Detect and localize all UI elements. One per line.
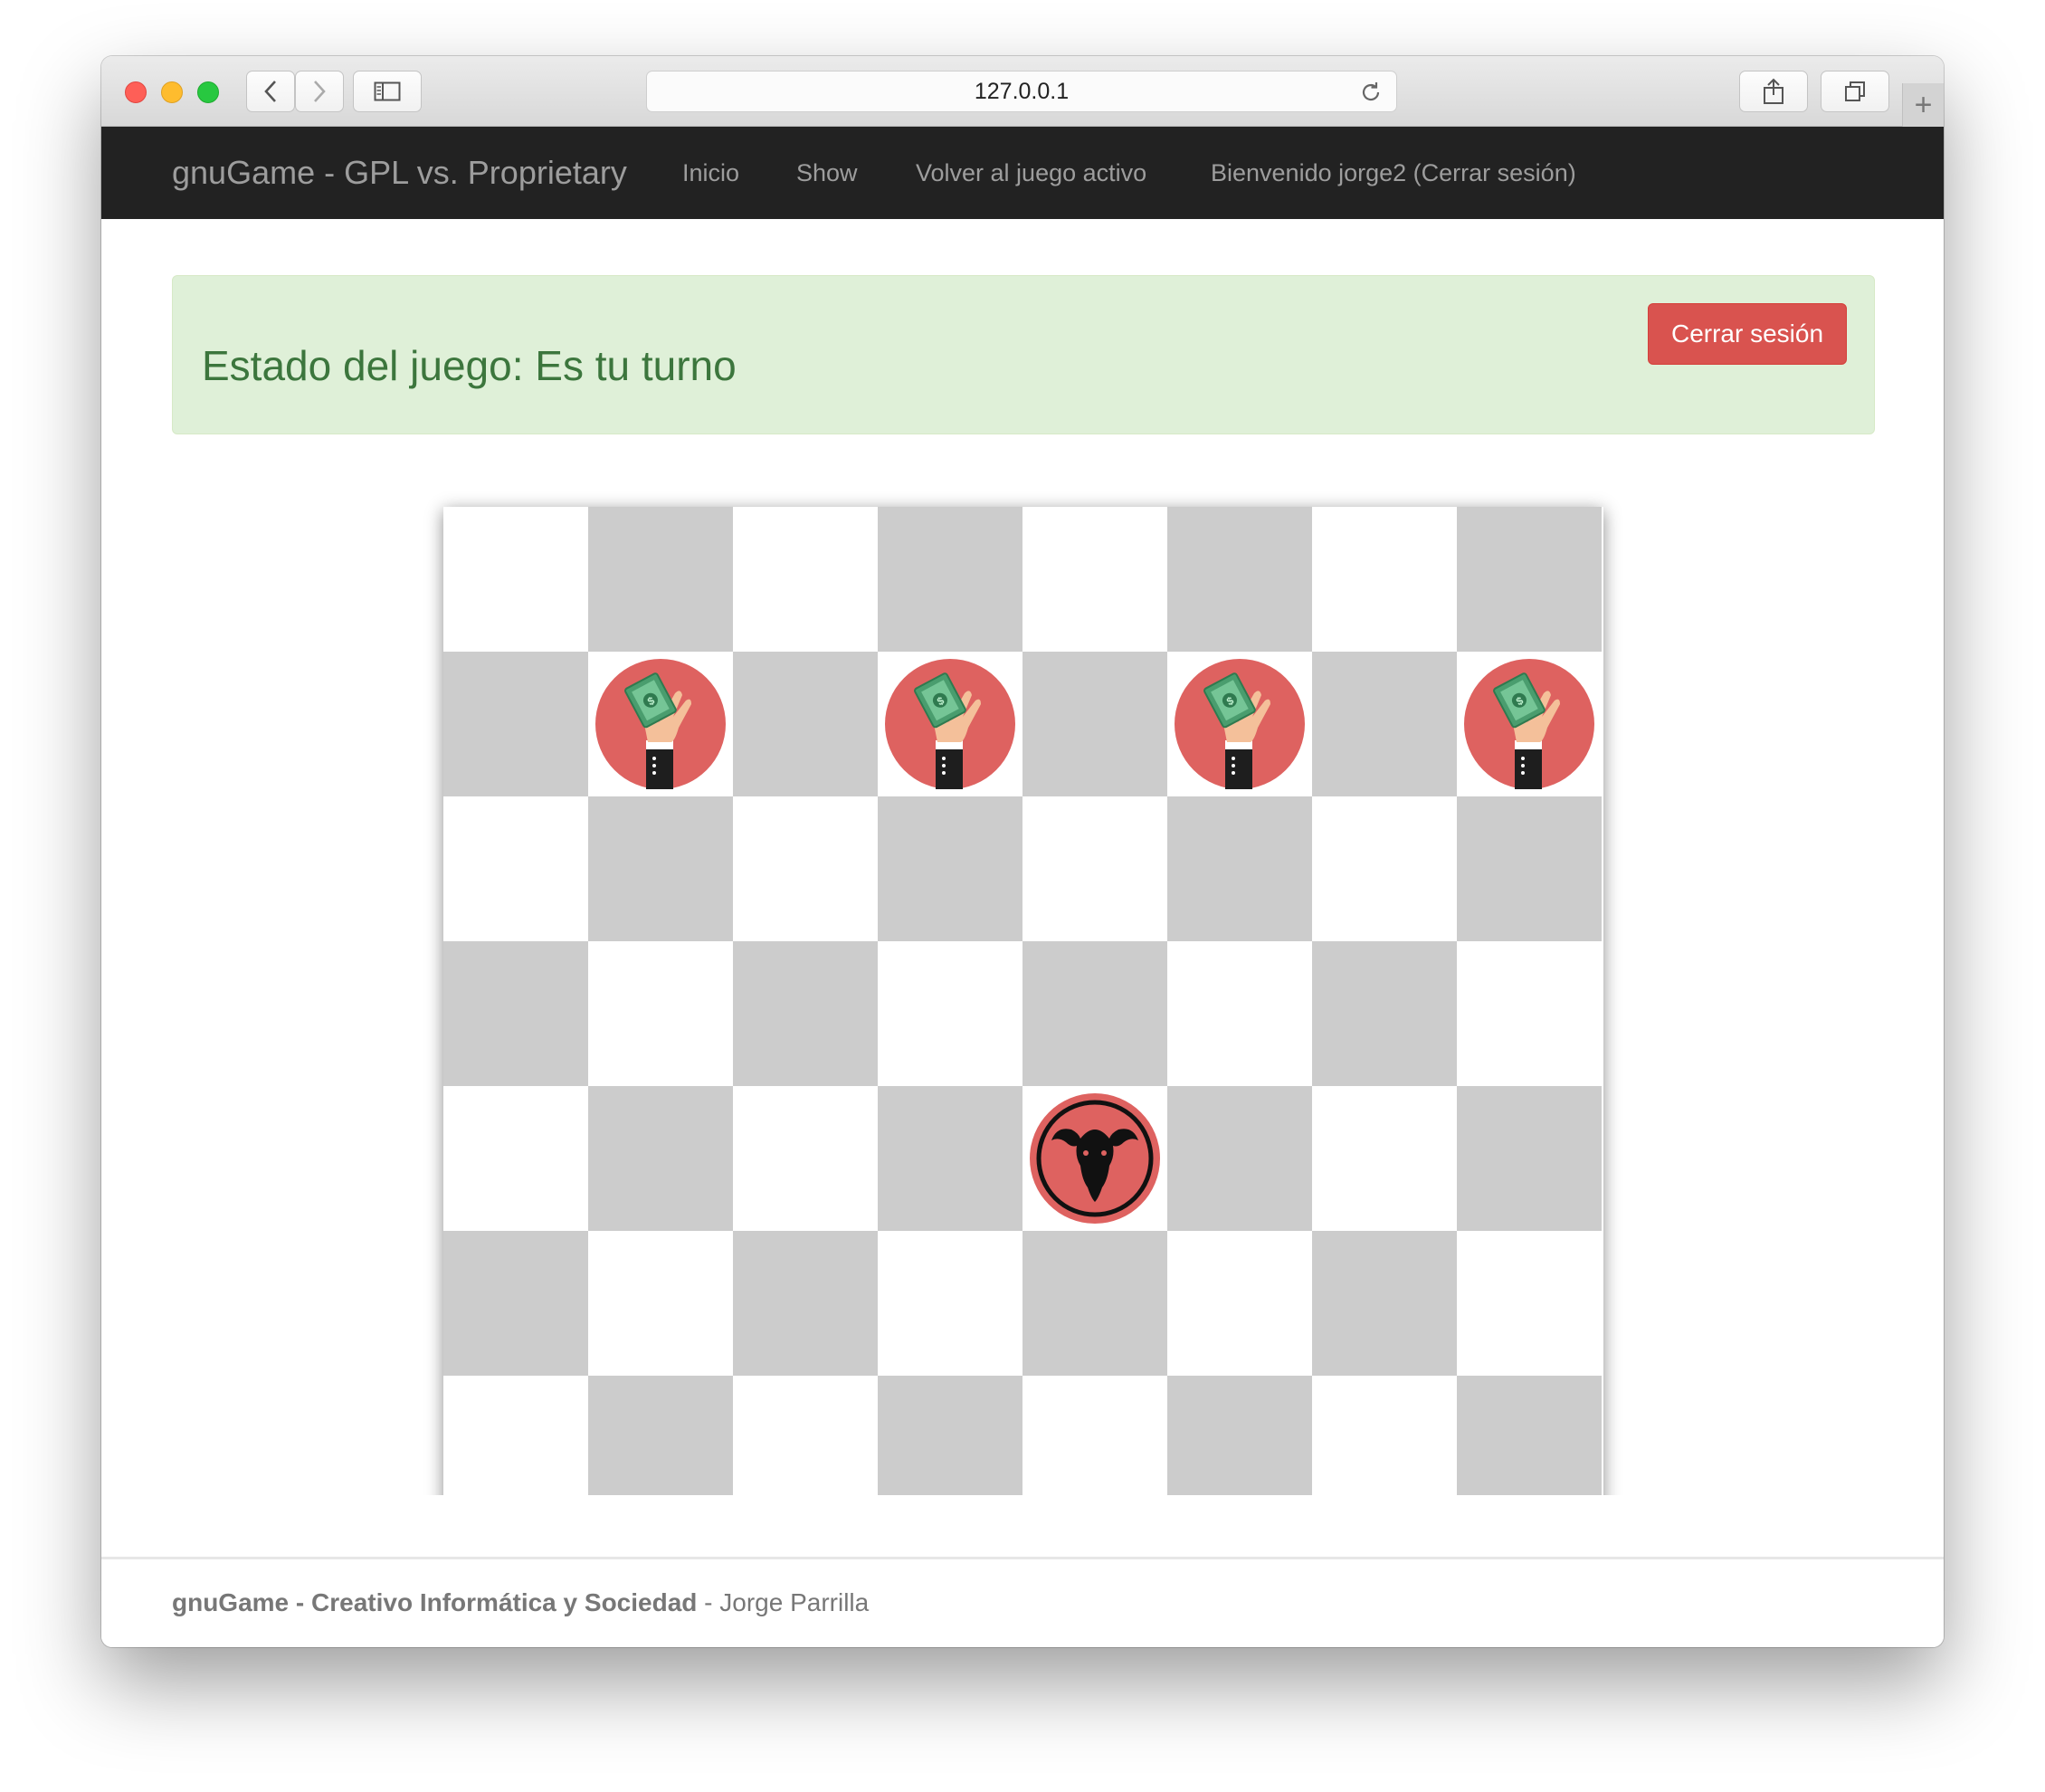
board-square[interactable]: [1312, 652, 1457, 796]
board-square[interactable]: [1022, 796, 1167, 941]
game-status-alert: Estado del juego: Es tu turno Cerrar ses…: [172, 275, 1875, 434]
url-text: 127.0.0.1: [974, 78, 1070, 104]
board-square[interactable]: [1167, 941, 1312, 1086]
money-hand-piece-icon[interactable]: $: [1175, 659, 1305, 789]
board-square[interactable]: [1022, 941, 1167, 1086]
footer-text: gnuGame - Creativo Informática y Socieda…: [172, 1588, 869, 1617]
board-square[interactable]: [878, 1086, 1022, 1231]
board-square[interactable]: [443, 1231, 588, 1376]
board-square[interactable]: [733, 1231, 878, 1376]
back-icon: [264, 81, 276, 102]
nav-link-logout[interactable]: Bienvenido jorge2 (Cerrar sesión): [1211, 159, 1576, 187]
board-square[interactable]: [1167, 1231, 1312, 1376]
minimize-window-button[interactable]: [161, 81, 183, 103]
board-square[interactable]: [1457, 1376, 1602, 1495]
board-square[interactable]: [1022, 1376, 1167, 1495]
board-square[interactable]: [878, 1376, 1022, 1495]
board-square[interactable]: $: [878, 652, 1022, 796]
board-square[interactable]: [1312, 1086, 1457, 1231]
main-content: Estado del juego: Es tu turno Cerrar ses…: [101, 219, 1944, 1495]
board-square[interactable]: $: [588, 652, 733, 796]
board-square[interactable]: [1312, 941, 1457, 1086]
board-square[interactable]: [1457, 1086, 1602, 1231]
board-square[interactable]: [1167, 796, 1312, 941]
board-square[interactable]: [878, 796, 1022, 941]
board-square[interactable]: [443, 941, 588, 1086]
forward-icon: [314, 81, 326, 102]
board-square[interactable]: [588, 1231, 733, 1376]
board-square[interactable]: [443, 507, 588, 652]
board-square[interactable]: [733, 507, 878, 652]
board-square[interactable]: [588, 796, 733, 941]
footer-title: gnuGame - Creativo Informática y Socieda…: [172, 1588, 698, 1616]
board-square[interactable]: [733, 1376, 878, 1495]
board-square[interactable]: [1457, 1231, 1602, 1376]
show-tabs-button[interactable]: [1821, 71, 1889, 112]
board-square[interactable]: [1457, 796, 1602, 941]
board-square[interactable]: [588, 1086, 733, 1231]
money-hand-piece-icon[interactable]: $: [1464, 659, 1594, 789]
board-square[interactable]: [1167, 507, 1312, 652]
nav-link-inicio[interactable]: Inicio: [682, 159, 739, 187]
board-square[interactable]: [588, 507, 733, 652]
logout-button[interactable]: Cerrar sesión: [1648, 303, 1847, 365]
plus-icon: +: [1914, 87, 1933, 122]
navbar-brand[interactable]: gnuGame - GPL vs. Proprietary: [172, 154, 627, 192]
browser-window: 127.0.0.1 + gnuGame - GPL vs. Proprietar…: [101, 56, 1944, 1647]
navbar: gnuGame - GPL vs. Proprietary Inicio Sho…: [101, 127, 1944, 219]
board-square[interactable]: [443, 1086, 588, 1231]
board-square[interactable]: [1167, 1086, 1312, 1231]
board-square[interactable]: [1457, 507, 1602, 652]
board-square[interactable]: [1022, 1086, 1167, 1231]
board-square[interactable]: [1022, 652, 1167, 796]
board-square[interactable]: [733, 796, 878, 941]
nav-link-volver[interactable]: Volver al juego activo: [916, 159, 1146, 187]
browser-toolbar: 127.0.0.1 +: [101, 56, 1944, 127]
game-board: $ $ $ $: [443, 507, 1603, 1495]
board-square[interactable]: [733, 941, 878, 1086]
board-square[interactable]: $: [1457, 652, 1602, 796]
board-square[interactable]: [588, 941, 733, 1086]
zoom-window-button[interactable]: [197, 81, 219, 103]
money-hand-piece-icon[interactable]: $: [595, 659, 726, 789]
board-square[interactable]: [733, 652, 878, 796]
footer-separator: -: [697, 1588, 720, 1616]
board-square[interactable]: [1167, 1376, 1312, 1495]
share-button[interactable]: [1739, 71, 1808, 112]
board-square[interactable]: $: [1167, 652, 1312, 796]
board-square[interactable]: [1312, 1231, 1457, 1376]
gnu-piece-icon[interactable]: [1030, 1093, 1160, 1224]
board-square[interactable]: [1312, 507, 1457, 652]
board-square[interactable]: [878, 507, 1022, 652]
board-square[interactable]: [443, 796, 588, 941]
footer-author: Jorge Parrilla: [719, 1588, 870, 1616]
board-square[interactable]: [1312, 796, 1457, 941]
board-square[interactable]: [1022, 1231, 1167, 1376]
board-square[interactable]: [588, 1376, 733, 1495]
new-tab-button[interactable]: +: [1902, 83, 1944, 127]
board-square[interactable]: [878, 1231, 1022, 1376]
board-square[interactable]: [1457, 941, 1602, 1086]
share-icon: [1764, 78, 1783, 104]
forward-button[interactable]: [295, 71, 344, 112]
board-square[interactable]: [733, 1086, 878, 1231]
tabs-icon: [1845, 81, 1865, 101]
sidebar-icon: [374, 81, 401, 101]
board-square[interactable]: [1022, 507, 1167, 652]
board-square[interactable]: [443, 1376, 588, 1495]
footer: gnuGame - Creativo Informática y Socieda…: [101, 1557, 1944, 1647]
board-square[interactable]: [1312, 1376, 1457, 1495]
sidebar-button[interactable]: [353, 71, 422, 112]
close-window-button[interactable]: [125, 81, 147, 103]
reload-icon[interactable]: [1358, 80, 1384, 105]
board-square[interactable]: [878, 941, 1022, 1086]
back-button[interactable]: [246, 71, 295, 112]
game-status-title: Estado del juego: Es tu turno: [202, 342, 737, 389]
nav-link-show[interactable]: Show: [796, 159, 858, 187]
address-bar[interactable]: 127.0.0.1: [646, 71, 1397, 112]
board-square[interactable]: [443, 652, 588, 796]
money-hand-piece-icon[interactable]: $: [885, 659, 1015, 789]
